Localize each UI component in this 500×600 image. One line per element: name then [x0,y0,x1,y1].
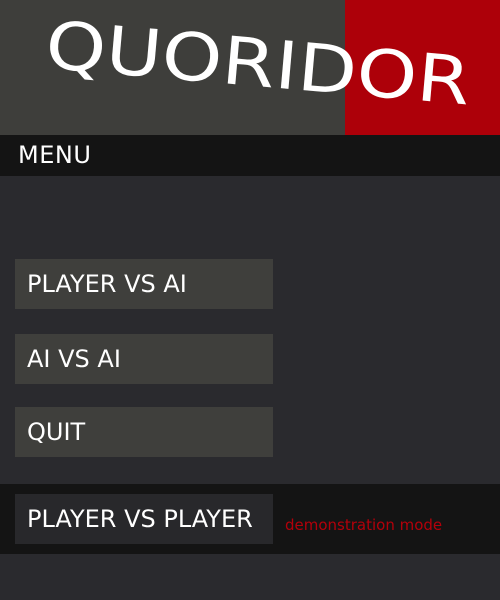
demonstration-mode-note: demonstration mode [285,516,443,534]
player-vs-ai-button[interactable]: PLAYER VS AI [15,259,273,309]
ai-vs-ai-button[interactable]: AI VS AI [15,334,273,384]
quit-button[interactable]: QUIT [15,407,273,457]
menu-heading: MENU [18,141,92,169]
app-window: QUORIDOR MENU PLAYER VS AI AI VS AI QUIT… [0,0,500,600]
player-vs-player-button[interactable]: PLAYER VS PLAYER [15,494,273,544]
game-title: QUORIDOR [42,7,473,121]
game-title-logo: QUORIDOR [42,7,473,121]
